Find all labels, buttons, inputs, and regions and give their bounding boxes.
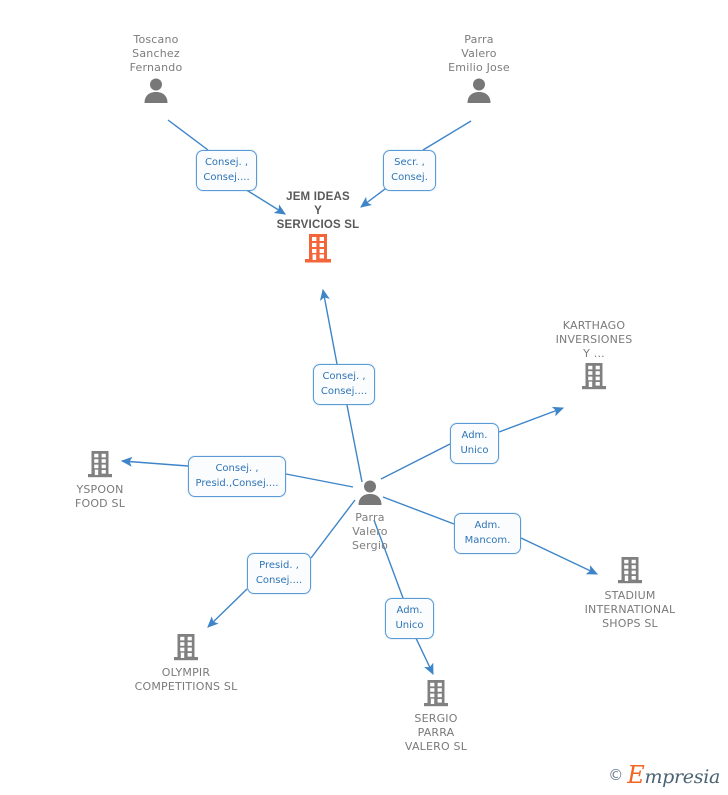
node-company-sergio-parra-valero-sl[interactable]: SERGIO PARRA VALERO SL	[356, 678, 516, 754]
edge-chip-to-sergiosl	[413, 633, 434, 676]
person-icon	[399, 75, 559, 109]
person-icon	[76, 75, 236, 109]
edge-emilio-to-chip	[422, 120, 472, 151]
building-icon	[106, 632, 266, 666]
edge-sergio-to-chip-karthago	[380, 443, 451, 480]
edge-chip-jem-to-jem	[319, 288, 338, 365]
relation-label-toscano-jem[interactable]: Consej. , Consej....	[196, 150, 257, 191]
relation-label-sergio-karthago[interactable]: Adm. Unico	[450, 423, 499, 464]
node-company-stadium-international-shops-sl[interactable]: STADIUM INTERNATIONAL SHOPS SL	[550, 555, 710, 631]
relation-label-sergio-jem[interactable]: Consej. , Consej....	[313, 364, 375, 405]
building-icon	[514, 361, 674, 395]
brand-rest: mpresia	[644, 766, 720, 788]
node-label: OLYMPIR COMPETITIONS SL	[134, 666, 238, 693]
relations-graph-canvas: Toscano Sanchez Fernando Parra Valero Em…	[0, 0, 728, 795]
node-company-karthago-inversiones[interactable]: KARTHAGO INVERSIONES Y ...	[514, 319, 674, 395]
relation-label-sergio-yspoon[interactable]: Consej. , Presid.,Consej....	[188, 456, 286, 497]
node-label: KARTHAGO INVERSIONES Y ...	[555, 319, 633, 360]
node-label: SERGIO PARRA VALERO SL	[404, 712, 468, 753]
edge-chip-to-karthago	[498, 406, 565, 433]
node-company-yspoon-food-sl[interactable]: YSPOON FOOD SL	[20, 449, 180, 511]
node-person-parra-valero-sergio[interactable]: Parra Valero Sergio	[290, 477, 450, 553]
relation-label-sergio-sergiosl[interactable]: Adm. Unico	[385, 598, 434, 639]
brand-wordmark: Empresia	[627, 761, 720, 789]
edge-toscano-to-chip	[167, 119, 209, 151]
relation-label-emilio-jem[interactable]: Secr. , Consej.	[383, 150, 436, 191]
person-icon	[290, 477, 450, 511]
edge-sergio-to-chip-jem	[345, 399, 363, 483]
node-label: STADIUM INTERNATIONAL SHOPS SL	[584, 589, 676, 630]
node-company-jem-ideas-y-servicios-sl[interactable]: JEM IDEAS Y SERVICIOS SL	[238, 190, 398, 266]
node-label: JEM IDEAS Y SERVICIOS SL	[276, 191, 360, 231]
building-icon	[20, 449, 180, 483]
copyright-symbol: ©	[608, 766, 624, 784]
node-person-parra-valero-emilio-jose[interactable]: Parra Valero Emilio Jose	[399, 33, 559, 109]
node-label: YSPOON FOOD SL	[74, 483, 126, 510]
building-icon	[550, 555, 710, 589]
relation-label-sergio-olympir[interactable]: Presid. , Consej....	[247, 553, 311, 594]
node-person-toscano-sanchez-fernando[interactable]: Toscano Sanchez Fernando	[76, 33, 236, 109]
node-company-olympir-competitions-sl[interactable]: OLYMPIR COMPETITIONS SL	[106, 632, 266, 694]
node-label: Parra Valero Sergio	[351, 511, 389, 552]
empresia-watermark: © Empresia	[608, 761, 720, 789]
node-label: Parra Valero Emilio Jose	[448, 33, 510, 74]
building-icon	[356, 678, 516, 712]
brand-initial: E	[627, 761, 645, 789]
relation-label-sergio-stadium[interactable]: Adm. Mancom.	[454, 513, 521, 554]
building-icon	[238, 232, 398, 266]
edge-chip-to-olympir	[207, 588, 248, 628]
node-label: Toscano Sanchez Fernando	[129, 33, 183, 74]
